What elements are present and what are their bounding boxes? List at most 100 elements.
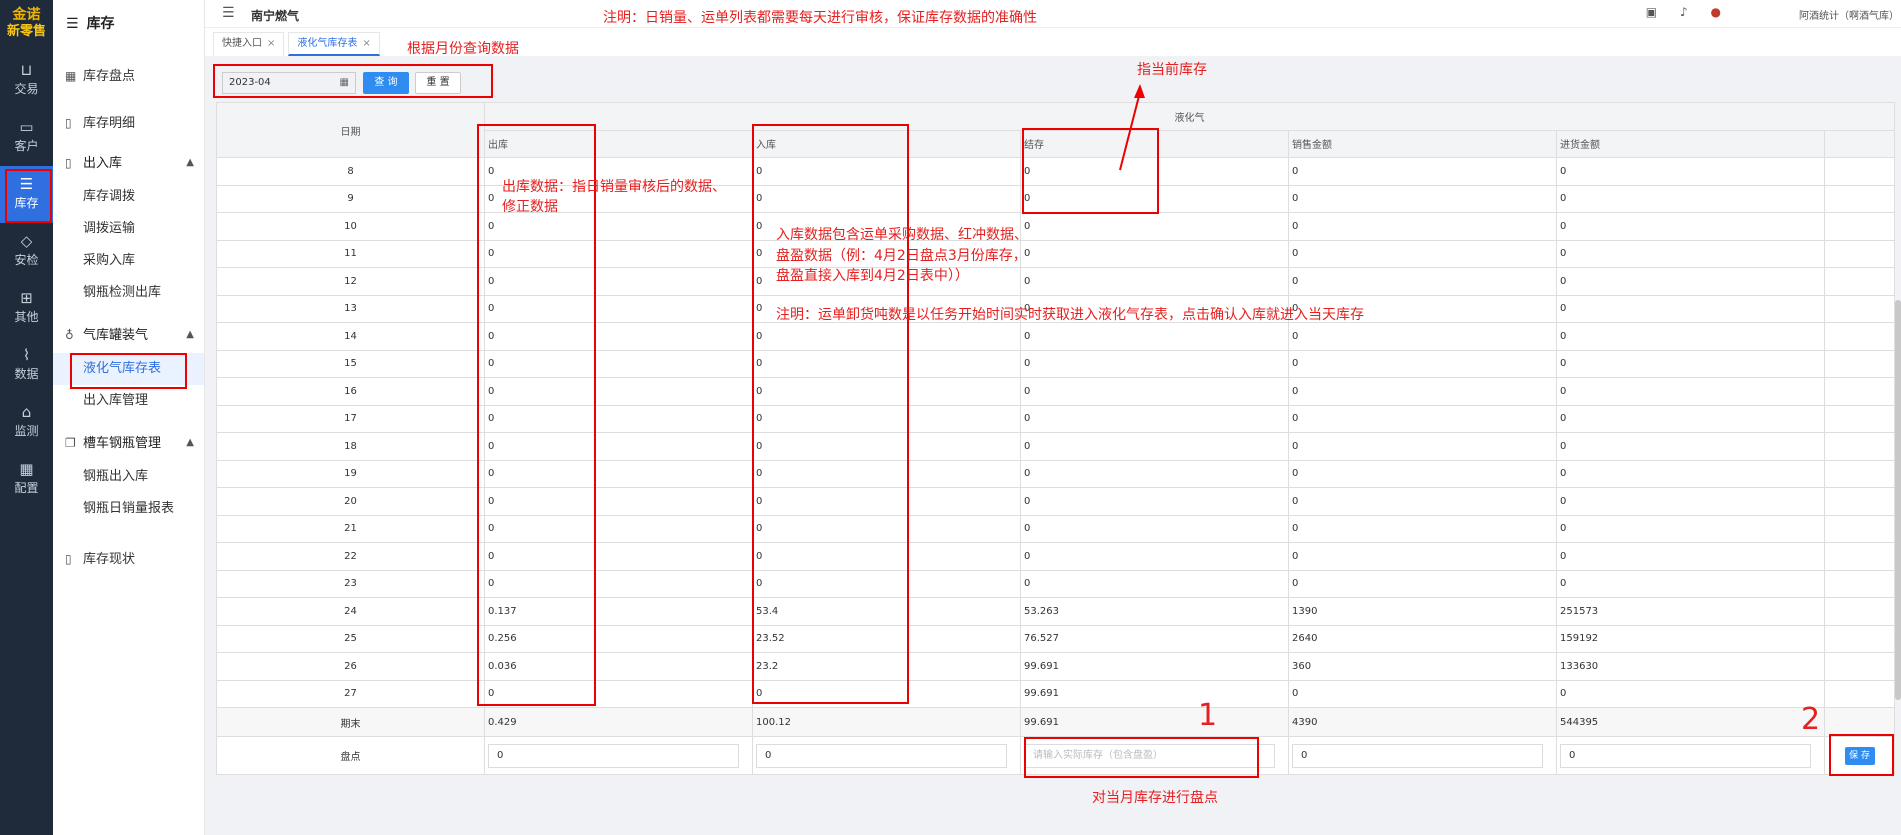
table-icon: ▦ (65, 69, 77, 83)
rail-item-trade[interactable]: ⊔ 交易 (0, 52, 53, 109)
cell-spacer (1823, 542, 1896, 571)
alarm-icon: ⌂ (21, 403, 32, 421)
summary-balance: 99.691 (1020, 707, 1289, 737)
sidebar-sub-transport[interactable]: 调拨运输 (53, 213, 204, 245)
copy-icon: ❐ (65, 436, 76, 450)
cell-date: 23 (216, 569, 485, 598)
count-in-input[interactable]: 0 (756, 743, 1007, 768)
query-button[interactable]: 查 询 (363, 72, 409, 94)
user-name[interactable]: 阿酒统计（啊酒气库） (1799, 7, 1899, 22)
cell-sales: 0 (1288, 239, 1557, 268)
reset-button[interactable]: 重 置 (415, 72, 461, 94)
id-card-icon: ▭ (19, 118, 34, 136)
cell-balance: 0 (1020, 349, 1289, 378)
cell-spacer (1823, 294, 1896, 323)
rail-item-data[interactable]: ⌇ 数据 (0, 337, 53, 394)
rail-item-other[interactable]: ⊞ 其他 (0, 280, 53, 337)
cell-spacer (1823, 322, 1896, 351)
cell-balance: 0 (1020, 432, 1289, 461)
count-sales-input[interactable]: 0 (1292, 743, 1543, 768)
logo-line2: 新零售 (6, 24, 46, 39)
cell-spacer (1823, 377, 1896, 406)
summary-out: 0.429 (484, 707, 753, 737)
cell-date: 15 (216, 349, 485, 378)
header-date: 日期 (216, 102, 485, 158)
rail-label: 监测 (14, 424, 39, 438)
top-bar: ☰ 南宁燃气 ▣ ♪ ● 阿酒统计（啊酒气库） (205, 0, 1901, 28)
sidebar-item-label: 库存盘点 (83, 69, 136, 84)
secondary-sidebar: ☰ 库存 ▦ 库存盘点 ▯ 库存明细 ▯ 出入库 ▲ 库存调拨 调拨运输 采购入库 钢瓶检… (53, 0, 205, 835)
chevron-up-icon: ▲ (186, 437, 194, 448)
cell-purchase: 0 (1556, 679, 1825, 708)
menu-fold-icon[interactable]: ☰ (222, 5, 235, 21)
sidebar-item-stocktake[interactable]: ▦ 库存盘点 (53, 60, 204, 92)
cell-spacer (1823, 459, 1896, 488)
close-icon[interactable]: × (362, 38, 370, 49)
qrcode-icon[interactable]: ▣ (1646, 5, 1657, 19)
cell-purchase: 0 (1556, 239, 1825, 268)
cell-purchase: 0 (1556, 184, 1825, 213)
table-row: 27 0 0 99.691 0 0 (216, 679, 1896, 708)
cell-date: 14 (216, 322, 485, 351)
tab-lpg-stock[interactable]: 液化气库存表 × (288, 32, 380, 56)
rail-item-inventory[interactable]: ☰ 库存 (0, 166, 53, 223)
table-row: 25 0.256 23.52 76.527 2640 159192 (216, 624, 1896, 653)
rail-item-customer[interactable]: ▭ 客户 (0, 109, 53, 166)
count-purchase-input[interactable]: 0 (1560, 743, 1811, 768)
sidebar-group-label: 槽车钢瓶管理 (83, 436, 162, 451)
summary-sales: 4390 (1288, 707, 1557, 737)
cell-spacer (1823, 652, 1896, 681)
scrollbar[interactable] (1895, 300, 1901, 700)
cell-spacer (1823, 432, 1896, 461)
tab-quick-entry[interactable]: 快捷入口 × (213, 32, 285, 56)
rail-item-config[interactable]: ▦ 配置 (0, 451, 53, 508)
cell-date: 24 (216, 597, 485, 626)
bell-icon[interactable]: ♪ (1680, 5, 1688, 19)
sidebar-sub-cylinder-inout[interactable]: 钢瓶出入库 (53, 461, 204, 493)
sidebar-sub-cylinder-daily[interactable]: 钢瓶日销量报表 (53, 493, 204, 525)
month-picker[interactable]: 2023-04 ▦ (222, 72, 356, 94)
document-search-icon: ▯ (65, 552, 72, 566)
cell-date: 21 (216, 514, 485, 543)
table-row: 10 0 0 0 0 0 (216, 212, 1896, 241)
logo-line1: 金诺 (12, 7, 41, 23)
sidebar-item-detail[interactable]: ▯ 库存明细 (53, 107, 204, 139)
summary-row: 期末 0.429 100.12 99.691 4390 544395 (216, 707, 1896, 737)
annotation-current-stock: 指当前库存 (1137, 62, 1207, 78)
cell-sales: 0 (1288, 157, 1557, 186)
sidebar-group-inout[interactable]: ▯ 出入库 ▲ (53, 145, 204, 181)
grid-icon: ▦ (19, 460, 34, 478)
sidebar-group-tank-gas[interactable]: ♁ 气库罐装气 ▲ (53, 317, 204, 353)
rail-label: 交易 (14, 82, 39, 96)
chevron-up-icon: ▲ (186, 157, 194, 168)
close-icon[interactable]: × (267, 38, 275, 49)
annotation-month-note: 根据月份查询数据 (407, 41, 519, 57)
sidebar-sub-cylinder-check[interactable]: 钢瓶检测出库 (53, 277, 204, 309)
avatar[interactable]: ● (1711, 5, 1721, 19)
count-out-input[interactable]: 0 (488, 743, 739, 768)
rail-item-monitor[interactable]: ⌂ 监测 (0, 394, 53, 451)
cell-balance: 53.263 (1020, 597, 1289, 626)
rail-item-safety[interactable]: ◇ 安检 (0, 223, 53, 280)
sidebar-group-label: 出入库 (83, 156, 123, 171)
company-title: 南宁燃气 (251, 9, 300, 23)
table-row: 22 0 0 0 0 0 (216, 542, 1896, 571)
page-tabs: 快捷入口 × 液化气库存表 × (213, 32, 384, 56)
table-row: 15 0 0 0 0 0 (216, 349, 1896, 378)
sidebar-item-stock-status[interactable]: ▯ 库存现状 (53, 543, 204, 575)
month-value: 2023-04 (229, 77, 271, 88)
cell-date: 20 (216, 487, 485, 516)
cell-spacer (1823, 267, 1896, 296)
sidebar-sub-lpg-stock[interactable]: 液化气库存表 (53, 353, 204, 389)
arrow-icon (1119, 84, 1145, 171)
sidebar-item-label: 库存明细 (83, 116, 136, 131)
cell-sales: 0 (1288, 212, 1557, 241)
sidebar-group-tanker[interactable]: ❐ 槽车钢瓶管理 ▲ (53, 425, 204, 461)
sidebar-sub-transfer[interactable]: 库存调拨 (53, 181, 204, 213)
sidebar-sub-inout-manage[interactable]: 出入库管理 (53, 385, 204, 417)
sidebar-sub-purchase[interactable]: 采购入库 (53, 245, 204, 277)
rail-label: 库存 (14, 196, 39, 210)
annotation-count-note: 对当月库存进行盘点 (1092, 790, 1218, 806)
sidebar-group-label: 气库罐装气 (83, 328, 149, 343)
cell-spacer (1823, 624, 1896, 653)
